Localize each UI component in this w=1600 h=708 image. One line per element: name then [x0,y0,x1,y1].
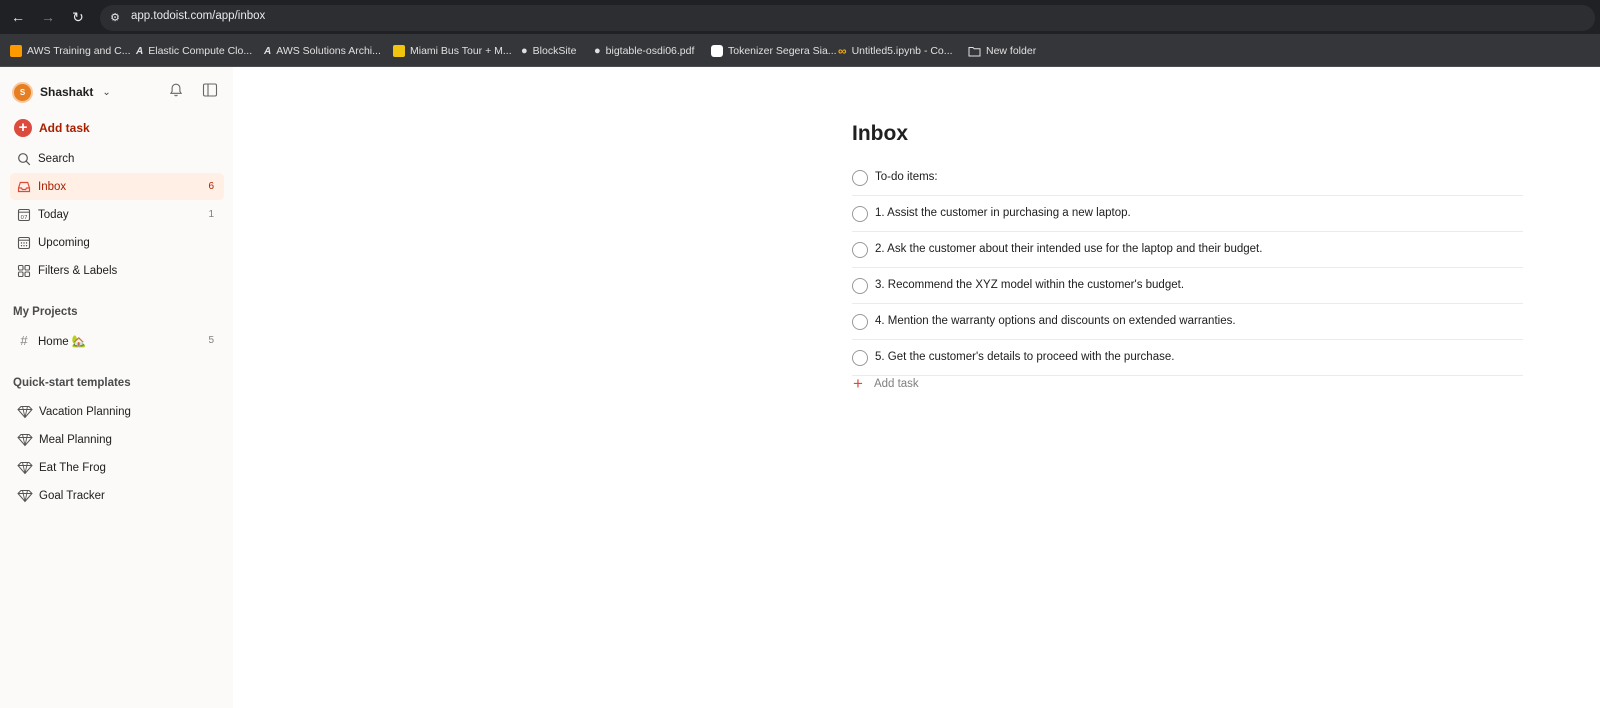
bookmark-item[interactable]: ● bigtable-osdi06.pdf [594,43,694,59]
sidebar-toggle-icon[interactable] [202,82,218,98]
sidebar-item-upcoming[interactable]: Upcoming [10,229,224,256]
task-text[interactable]: 3. Recommend the XYZ model within the cu… [875,279,1184,291]
user-name: Shashakt [40,85,94,99]
user-menu[interactable]: S Shashakt ⌄ [12,80,111,104]
sidebar: S Shashakt ⌄ + Add task Search Inbox 6 0… [0,67,233,708]
task-text[interactable]: 5. Get the customer's details to proceed… [875,351,1174,363]
task-item[interactable]: 5. Get the customer's details to proceed… [852,340,1523,376]
inbox-count: 6 [208,181,214,192]
folder-icon [968,46,981,56]
calendar-today-icon: 07 [17,208,31,221]
browser-toolbar: ← → ↻ ⚙ app.todoist.com/app/inbox [0,0,1600,34]
bell-icon[interactable] [168,82,184,98]
task-item[interactable]: 4. Mention the warranty options and disc… [852,304,1523,340]
page-title: Inbox [852,122,908,145]
hash-icon: # [20,333,28,348]
globe-icon: ● [521,45,528,57]
today-count: 1 [208,209,214,220]
task-text[interactable]: 1. Assist the customer in purchasing a n… [875,207,1131,219]
inbox-icon [17,181,31,192]
task-text[interactable]: To-do items: [875,171,938,183]
forward-arrow-icon[interactable]: → [40,9,56,25]
bookmark-item[interactable]: ● BlockSite [521,43,576,59]
search-icon [18,152,31,165]
task-item[interactable]: 3. Recommend the XYZ model within the cu… [852,268,1523,304]
bus-tour-icon [393,45,405,57]
task-item[interactable]: To-do items: [852,160,1523,196]
template-gem-icon [17,433,33,446]
bookmark-item[interactable]: Tokenizer Segera Sia... [711,43,837,59]
bookmark-item[interactable]: AWS Training and C... [10,43,131,59]
sidebar-item-filters-labels[interactable]: Filters & Labels [10,257,224,284]
task-checkbox[interactable] [852,350,868,366]
aws-cube-icon [10,45,22,57]
task-text[interactable]: 2. Ask the customer about their intended… [875,243,1262,255]
back-arrow-icon[interactable]: ← [10,9,26,25]
task-checkbox[interactable] [852,206,868,222]
avatar: S [12,81,33,103]
sidebar-item-template[interactable]: Eat The Frog [10,454,224,481]
sidebar-item-template[interactable]: Goal Tracker [10,482,224,509]
task-item[interactable]: 2. Ask the customer about their intended… [852,232,1523,268]
bookmark-item[interactable]: New folder [968,43,1036,59]
plus-circle-icon: + [14,119,32,137]
task-checkbox[interactable] [852,242,868,258]
templates-header[interactable]: Quick-start templates [13,377,131,389]
address-bar[interactable]: ⚙ app.todoist.com/app/inbox [100,5,1595,31]
task-text[interactable]: 4. Mention the warranty options and disc… [875,315,1236,327]
task-checkbox[interactable] [852,170,868,186]
add-task-button[interactable]: + Add task [14,118,90,138]
bookmark-item[interactable]: A Elastic Compute Clo... [136,43,252,59]
filters-grid-icon [17,264,31,277]
sidebar-item-project-home[interactable]: # Home 🏡 5 [10,327,224,354]
ar-logo-icon: A [136,45,144,57]
main-content: Inbox To-do items: 1. Assist the custome… [233,67,1600,708]
sidebar-item-template[interactable]: Vacation Planning [10,398,224,425]
svg-text:07: 07 [21,215,28,221]
sidebar-item-today[interactable]: 07 Today 1 [10,201,224,228]
plus-icon: + [853,374,863,393]
my-projects-header[interactable]: My Projects [13,306,78,318]
reload-icon[interactable]: ↻ [70,9,86,25]
template-gem-icon [17,405,33,418]
add-task-inline-button[interactable]: + Add task [853,375,919,393]
chevron-down-icon: ⌄ [102,86,111,98]
site-settings-icon[interactable]: ⚙ [108,11,122,25]
sidebar-item-inbox[interactable]: Inbox 6 [10,173,224,200]
ar-logo-icon: A [264,45,272,57]
globe-icon: ● [594,45,601,57]
task-checkbox[interactable] [852,278,868,294]
bookmark-item[interactable]: A AWS Solutions Archi... [264,43,381,59]
url-text[interactable]: app.todoist.com/app/inbox [131,10,265,22]
bookmark-item[interactable]: ∞ Untitled5.ipynb - Co... [838,43,953,59]
bookmarks-bar: AWS Training and C... A Elastic Compute … [0,34,1600,67]
sidebar-item-search[interactable]: Search [10,145,224,172]
project-count: 5 [208,335,214,346]
calendar-grid-icon [17,236,31,249]
template-gem-icon [17,489,33,502]
task-item[interactable]: 1. Assist the customer in purchasing a n… [852,196,1523,232]
openai-icon [711,45,723,57]
template-gem-icon [17,461,33,474]
colab-icon: ∞ [838,44,847,58]
sidebar-item-template[interactable]: Meal Planning [10,426,224,453]
task-checkbox[interactable] [852,314,868,330]
bookmark-item[interactable]: Miami Bus Tour + M... [393,43,512,59]
